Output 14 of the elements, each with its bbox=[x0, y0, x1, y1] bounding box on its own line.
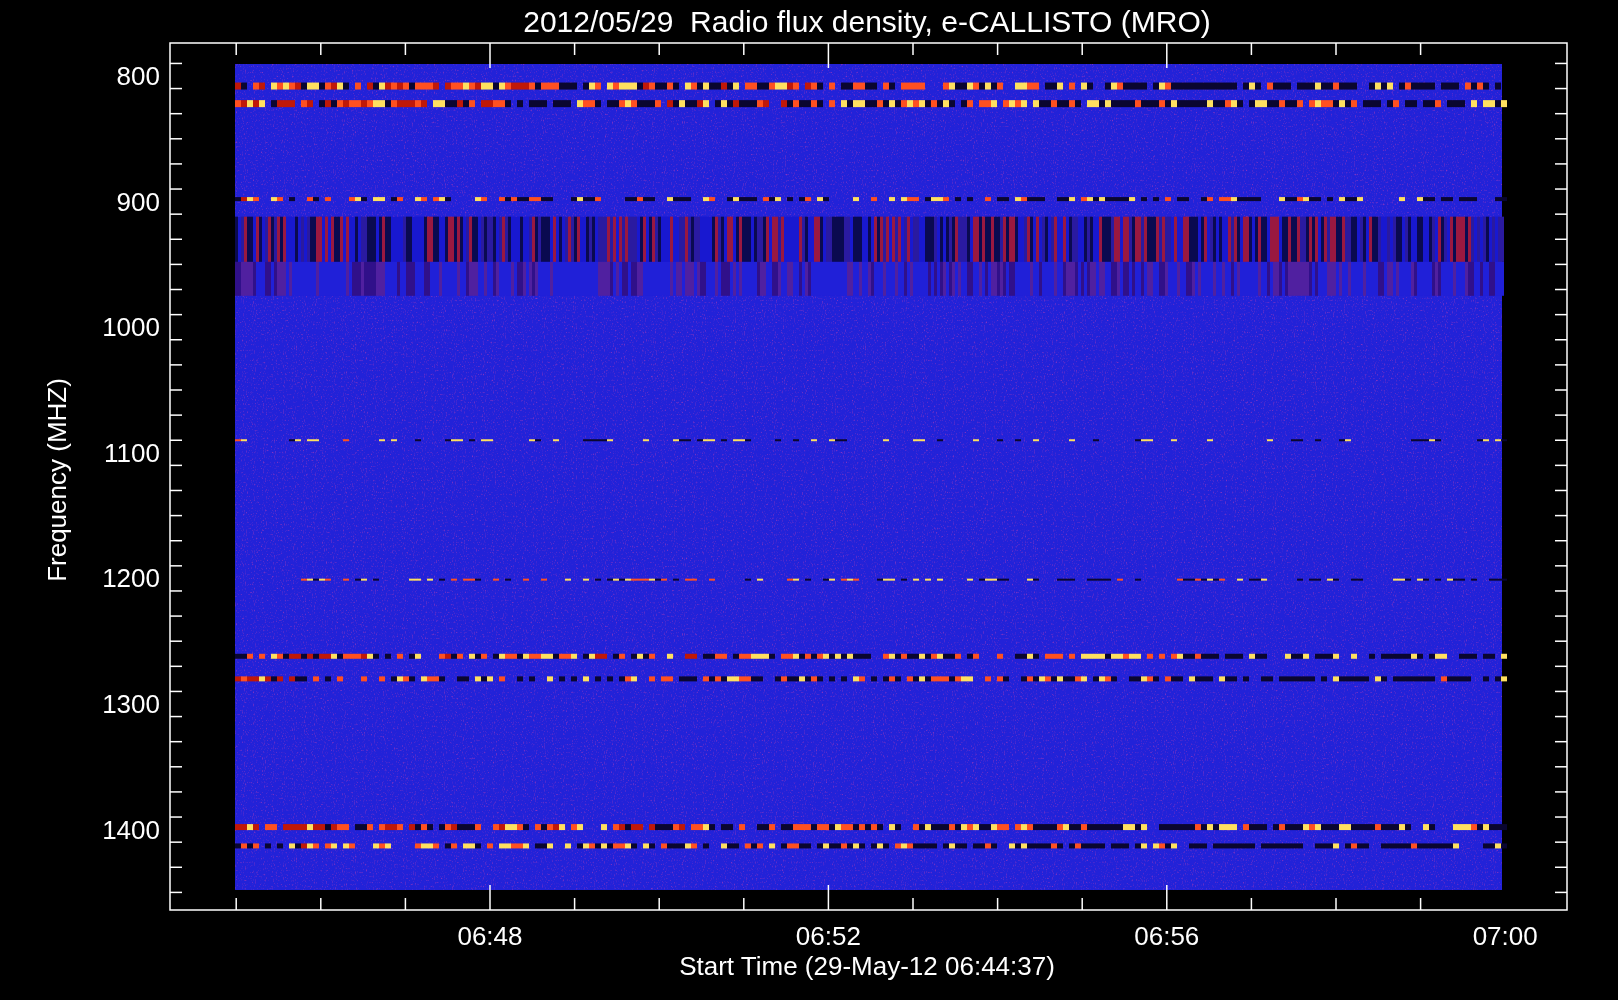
tick-label: 07:00 bbox=[1472, 921, 1538, 951]
plot-title: 2012/05/29 Radio flux density, e-CALLISTO (MRO) bbox=[523, 5, 1211, 38]
tick-label: 1100 bbox=[104, 437, 160, 468]
tick-label: 06:48 bbox=[457, 921, 523, 951]
tick-label: 06:52 bbox=[795, 921, 861, 951]
axis-label: Frequency (MHZ) bbox=[42, 378, 72, 582]
tick-label: 900 bbox=[116, 186, 160, 217]
tick-label: 06:56 bbox=[1134, 921, 1200, 951]
tick-label: 1400 bbox=[102, 814, 160, 845]
tick-label: 1000 bbox=[102, 312, 160, 343]
tick-label: 1200 bbox=[102, 563, 160, 594]
tick-label: 800 bbox=[116, 61, 160, 91]
tick-label: 1300 bbox=[102, 689, 160, 719]
axis-label: Start Time (29-May-12 06:44:37) bbox=[679, 951, 1055, 981]
